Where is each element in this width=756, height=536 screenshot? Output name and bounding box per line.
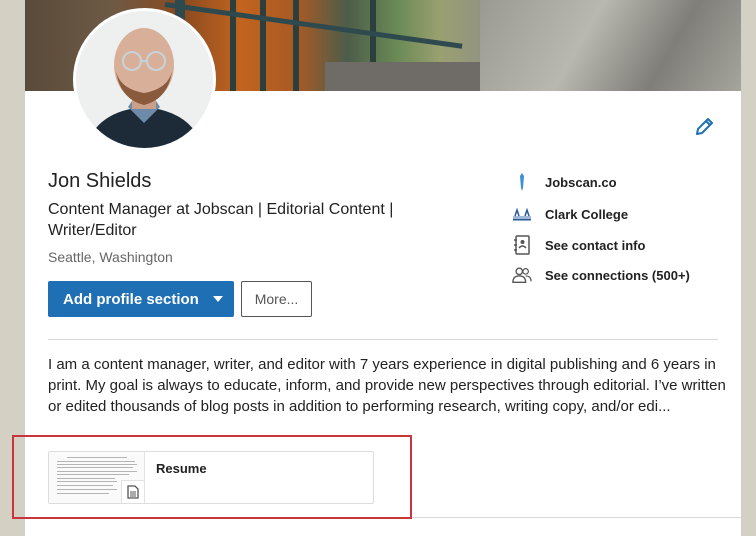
edit-profile-pencil-icon[interactable] [693,116,715,138]
contact-info-label: See contact info [545,237,646,253]
resume-attachment[interactable]: Resume [48,451,374,504]
school-label: Clark College [545,206,629,222]
profile-summary[interactable]: I am a content manager, writer, and edit… [48,354,728,417]
add-profile-section-label: Add profile section [63,290,199,308]
current-company-link[interactable]: Jobscan.co [512,172,617,192]
contact-info-link[interactable]: See contact info [512,235,645,255]
profile-photo[interactable] [73,8,216,151]
connections-link[interactable]: See connections (500+) [512,265,690,285]
caret-down-icon [212,296,223,302]
card-bottom-divider [25,517,741,518]
current-company-label: Jobscan.co [545,174,617,190]
profile-headline: Content Manager at Jobscan | Editorial C… [48,201,394,239]
profile-name: Jon Shields [48,170,152,192]
resume-title: Resume [156,461,207,476]
section-divider [48,339,718,340]
connections-label: See connections (500+) [545,267,690,283]
profile-location: Seattle, Washington [48,249,173,265]
school-link[interactable]: Clark College [512,204,628,224]
add-profile-section-button[interactable]: Add profile section [48,281,234,317]
school-icon [512,204,532,224]
document-icon [121,480,144,503]
more-button[interactable]: More... [241,281,312,317]
contact-card-icon [512,235,532,255]
profile-card: Jon Shields Content Manager at Jobscan |… [24,0,742,536]
company-icon [512,172,532,192]
connections-icon [512,265,532,285]
